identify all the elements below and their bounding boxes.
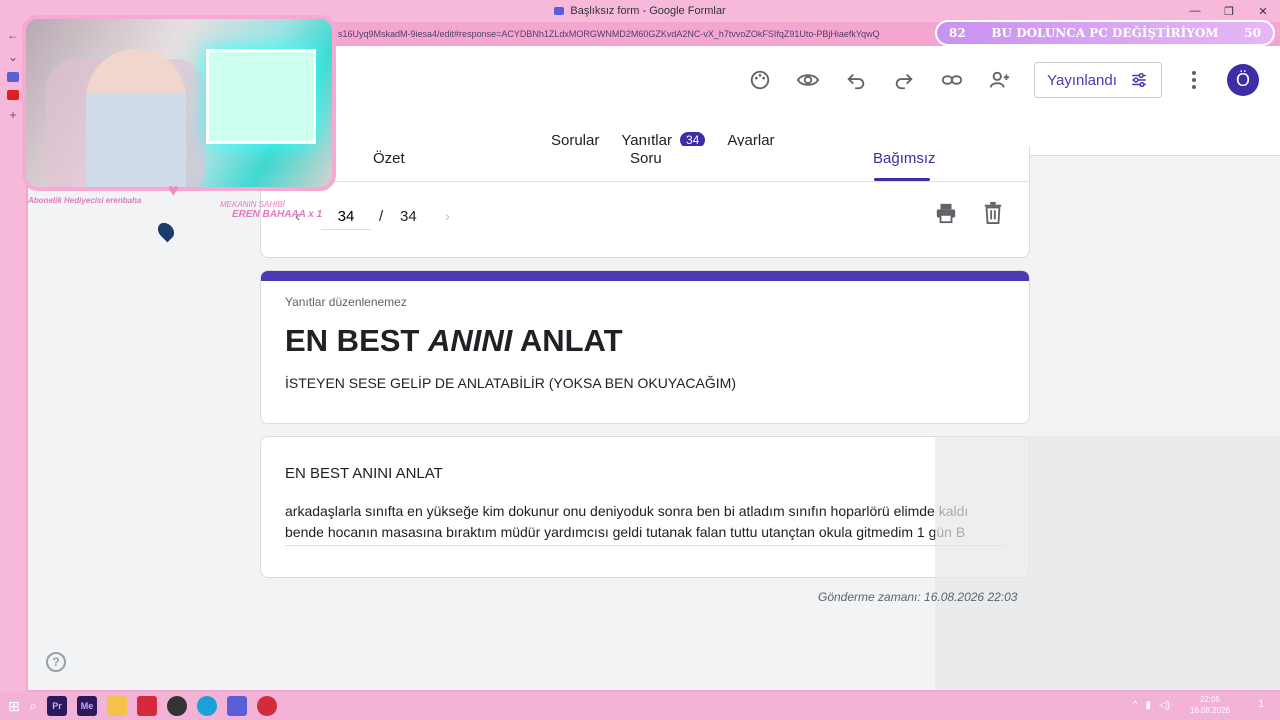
sub-gift-label: Abonelik Hediyecisi erenbaha (28, 196, 142, 205)
add-tab-icon[interactable]: + (9, 108, 16, 122)
address-bar[interactable]: s16Uyq9MskadM-9iesa4/edit#response=ACYDB… (332, 24, 942, 44)
answer-text: arkadaşlarla sınıfta en yükseğe kim doku… (285, 501, 1007, 546)
chevron-down-icon[interactable]: ⌄ (8, 50, 18, 64)
subtab-individual[interactable]: Bağımsız (873, 150, 936, 167)
form-title: EN BEST ANINI ANLAT (285, 323, 623, 358)
published-button[interactable]: Yayınlandı (1034, 62, 1162, 98)
undo-icon[interactable] (842, 66, 870, 94)
youtube-tab-icon[interactable] (7, 90, 19, 100)
add-collaborator-icon[interactable] (986, 66, 1014, 94)
delete-icon[interactable] (983, 202, 1003, 229)
subtab-summary[interactable]: Özet (373, 150, 405, 167)
question-title: EN BEST ANINI ANLAT (285, 465, 443, 482)
redo-icon[interactable] (890, 66, 918, 94)
goal-text: BU DOLUNCA PC DEĞİŞTİRİYOM (991, 26, 1219, 40)
answer-card: EN BEST ANINI ANLAT arkadaşlarla sınıfta… (260, 436, 1030, 578)
preview-eye-icon[interactable] (794, 66, 822, 94)
app-icon (554, 7, 565, 15)
print-icon[interactable] (934, 202, 958, 229)
goal-bar: 82 BU DOLUNCA PC DEĞİŞTİRİYOM 50 (935, 20, 1275, 46)
overlay-shade (935, 436, 1280, 690)
owner-title: MEKANIN SAHİBİ (220, 200, 285, 209)
volume-icon[interactable]: ◁) (1159, 700, 1170, 711)
owner-name: EREN BAHAAA x 1 (232, 209, 323, 220)
form-description: İSTEYEN SESE GELİP DE ANLATABİLİR (YOKSA… (285, 375, 736, 391)
windows-start-icon[interactable]: ⊞ (8, 698, 20, 715)
heart-icon: ♥ (168, 180, 179, 200)
published-label: Yayınlandı (1047, 71, 1117, 89)
pager-separator: / (379, 208, 384, 225)
app-icon-red-2[interactable] (257, 696, 278, 716)
webcam-overlay (22, 15, 336, 191)
clock[interactable]: 22:05 16.08.2026 (1190, 694, 1230, 716)
palette-icon[interactable] (746, 66, 774, 94)
close-icon[interactable]: ✕ (1246, 0, 1280, 22)
not-editable-note: Yanıtlar düzenlenemez (285, 295, 407, 309)
chevron-up-icon[interactable]: ^ (1133, 700, 1138, 711)
maximize-icon[interactable]: ❐ (1212, 0, 1246, 22)
pager-total: 34 (400, 208, 417, 225)
more-vert-icon[interactable] (1180, 66, 1208, 94)
goal-current: 82 (949, 26, 966, 40)
form-header-card: Yanıtlar düzenlenemez EN BEST ANINI ANLA… (260, 270, 1030, 424)
divider (261, 181, 1029, 182)
premiere-app-icon[interactable]: Pr (47, 696, 68, 716)
webcam-pc (206, 49, 316, 144)
goal-target: 50 (1244, 26, 1261, 40)
link-icon[interactable] (938, 66, 966, 94)
notification-badge[interactable]: 1 (1258, 699, 1264, 710)
webcam-person (86, 49, 186, 187)
taskbar: ⊞ ⌕ Pr Me ^ ▮ ◁) 22:05 16.08.2026 1 (0, 692, 1280, 720)
back-icon[interactable]: ← (7, 28, 19, 42)
settings-sliders-icon (1132, 72, 1146, 88)
app-icon-red[interactable] (137, 696, 158, 716)
search-icon[interactable]: ⌕ (30, 698, 37, 714)
help-icon[interactable]: ? (46, 652, 66, 672)
mic-icon[interactable]: ▮ (1145, 700, 1151, 711)
obs-app-icon[interactable] (167, 696, 188, 716)
submission-time: Gönderme zamanı: 16.08.2026 22:03 (818, 590, 1018, 604)
accent-band (261, 271, 1029, 281)
system-tray: ^ ▮ ◁) (1133, 700, 1170, 711)
active-app-icon[interactable] (227, 696, 248, 716)
window-title: Başlıksız form - Google Formlar (570, 5, 726, 17)
window-controls: — ❐ ✕ (1178, 0, 1280, 22)
next-response-icon[interactable]: › (445, 208, 450, 225)
response-number-input[interactable]: 34 (321, 204, 371, 230)
subtab-question[interactable]: Soru (630, 150, 662, 167)
media-encoder-app-icon[interactable]: Me (77, 696, 98, 716)
minimize-icon[interactable]: — (1178, 0, 1212, 22)
forms-tab-icon[interactable] (7, 72, 19, 82)
file-explorer-icon[interactable] (107, 696, 128, 716)
responses-nav-card: Özet Soru Bağımsız ‹ 34 / 34 › (260, 146, 1030, 258)
avatar[interactable]: Ö (1227, 64, 1259, 96)
edge-browser-icon[interactable] (197, 696, 218, 716)
